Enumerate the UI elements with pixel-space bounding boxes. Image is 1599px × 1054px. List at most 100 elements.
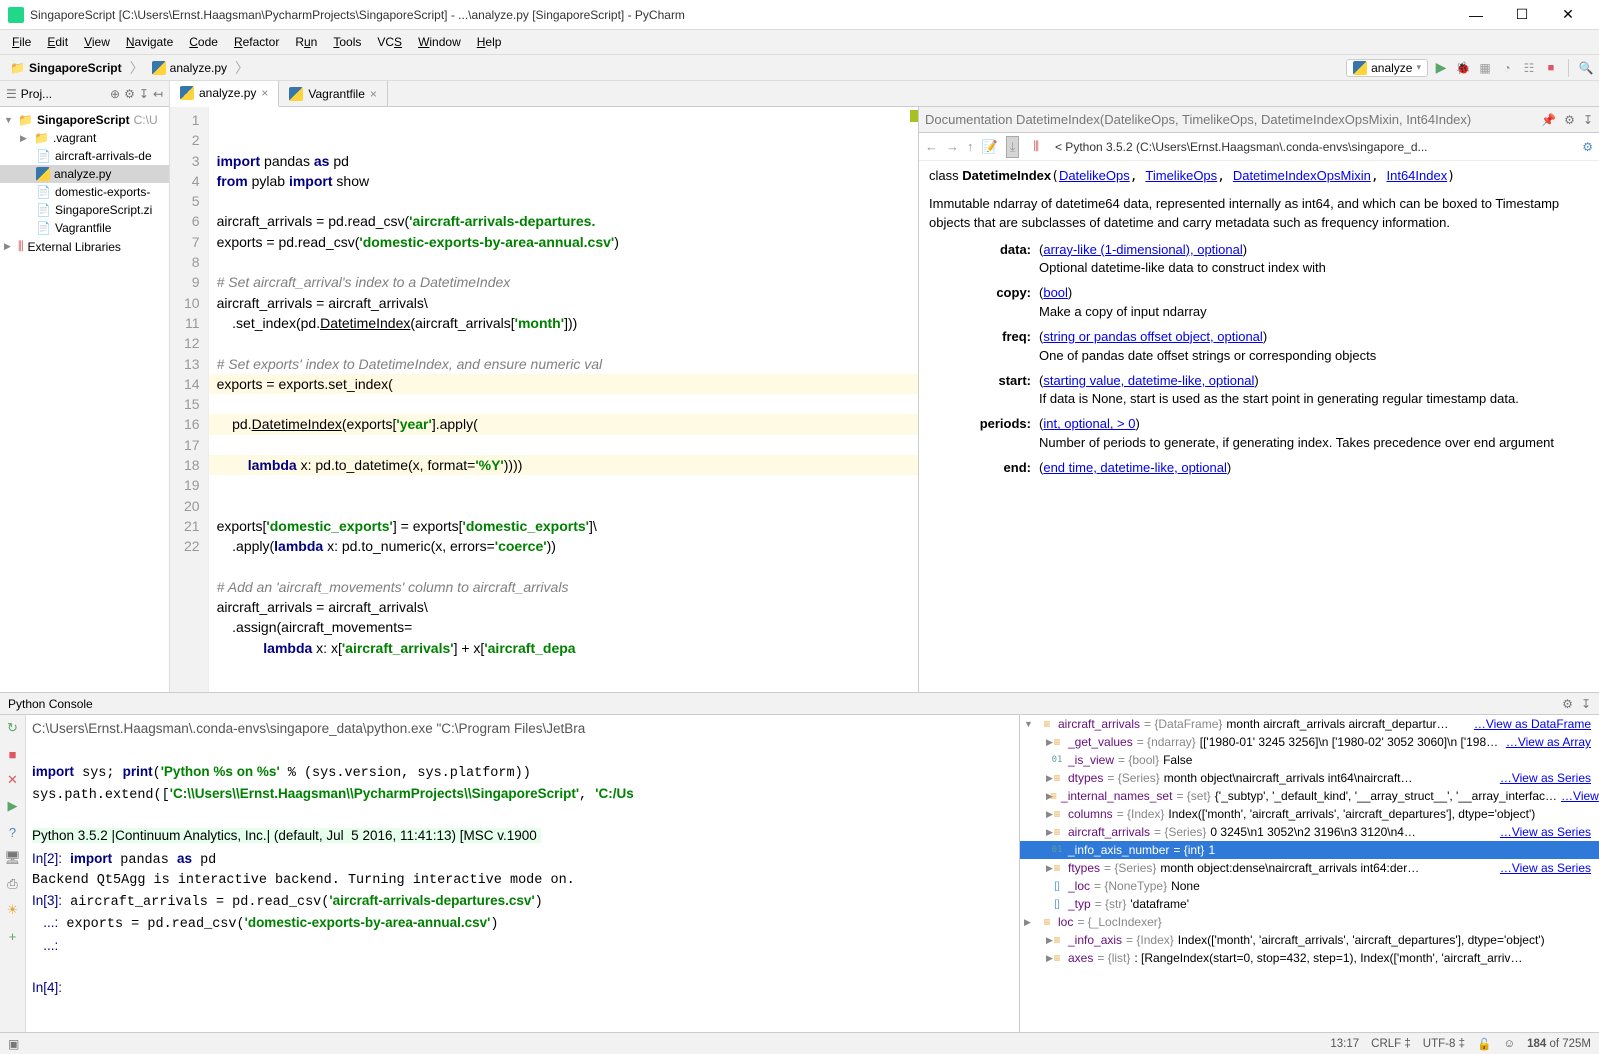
editor-tab[interactable]: analyze.py× xyxy=(170,81,279,107)
view-as-link[interactable]: …View as Series xyxy=(1500,771,1595,785)
tree-item[interactable]: 📄 aircraft-arrivals-de xyxy=(0,147,169,165)
menu-window[interactable]: Window xyxy=(410,32,469,52)
menu-refactor[interactable]: Refactor xyxy=(226,32,287,52)
tree-item[interactable]: 📄 SingaporeScript.zi xyxy=(0,201,169,219)
expand-icon[interactable]: ▶ xyxy=(4,241,14,252)
pin-icon[interactable] xyxy=(1541,113,1556,127)
run-button[interactable]: ▶ xyxy=(1432,59,1450,77)
coverage-button[interactable]: ▦ xyxy=(1476,59,1494,77)
nav-back-icon[interactable]: ← xyxy=(925,139,938,154)
auto-scroll-icon[interactable]: ⤓ xyxy=(1006,136,1020,158)
variable-row[interactable]: _typ = {str} 'dataframe' xyxy=(1020,895,1599,913)
hide-icon[interactable]: ↧ xyxy=(1583,113,1593,127)
code-content[interactable]: import pandas as pd from pylab import sh… xyxy=(209,107,918,692)
tree-root[interactable]: ▼ SingaporeScript C:\U xyxy=(0,111,169,129)
expand-icon[interactable]: ▼ xyxy=(1024,719,1036,729)
gear-icon[interactable] xyxy=(1562,697,1573,711)
variable-row[interactable]: ▶ _internal_names_set = {set} {'_subtyp'… xyxy=(1020,787,1599,805)
breadcrumb-file[interactable]: analyze.py xyxy=(146,59,233,77)
menu-navigate[interactable]: Navigate xyxy=(118,32,181,52)
concurrency-button[interactable]: ☷ xyxy=(1520,59,1538,77)
variable-row[interactable]: ▶ aircraft_arrivals = {Series} 0 3245\n1… xyxy=(1020,823,1599,841)
view-as-link[interactable]: …View as Series xyxy=(1500,825,1595,839)
stop-button[interactable]: ■ xyxy=(1542,59,1560,77)
editor-tab[interactable]: Vagrantfile× xyxy=(279,81,388,106)
console-output[interactable]: C:\Users\Ernst.Haagsman\.conda-envs\sing… xyxy=(26,715,1019,1032)
gear-icon[interactable] xyxy=(1564,113,1575,127)
menu-code[interactable]: Code xyxy=(181,32,226,52)
debug-icon[interactable]: ☀ xyxy=(4,901,22,919)
close-button[interactable]: ✕ xyxy=(1545,1,1591,29)
variable-row[interactable]: ▶ ftypes = {Series} month object:dense\n… xyxy=(1020,859,1599,877)
close-icon[interactable]: × xyxy=(261,86,268,100)
doc-link[interactable]: Int64Index xyxy=(1386,168,1447,183)
help-icon[interactable]: ? xyxy=(4,823,22,841)
status-memory[interactable]: 184 of 725M xyxy=(1527,1038,1591,1050)
view-as-link[interactable]: …View as DataFrame xyxy=(1474,717,1595,731)
expand-icon[interactable]: ▼ xyxy=(4,115,14,125)
doc-link[interactable]: TimelikeOps xyxy=(1145,168,1217,183)
view-as-link[interactable]: …View xyxy=(1561,789,1599,803)
doc-link[interactable]: DatetimeIndexOpsMixin xyxy=(1233,168,1371,183)
variable-row[interactable]: ▶ axes = {list} : [RangeIndex(start=0, s… xyxy=(1020,949,1599,967)
expand-icon[interactable]: ▶ xyxy=(1024,953,1046,964)
tree-item[interactable]: ▶ .vagrant xyxy=(0,129,169,147)
expand-icon[interactable]: ▶ xyxy=(1024,863,1046,874)
rerun-icon[interactable]: ↻ xyxy=(4,719,22,737)
minimize-button[interactable]: — xyxy=(1453,1,1499,29)
scroll-from-source-icon[interactable]: ⊕ xyxy=(110,87,120,101)
view-as-link[interactable]: …View as Array xyxy=(1506,735,1595,749)
expand-icon[interactable]: ▶ xyxy=(1024,737,1046,748)
debug-button[interactable]: 🐞 xyxy=(1454,59,1472,77)
code-editor[interactable]: 12345678910111213141516171819202122 impo… xyxy=(170,107,918,692)
run-config-selector[interactable]: analyze ▾ xyxy=(1346,59,1428,77)
doc-link[interactable]: starting value, datetime-like, optional xyxy=(1043,373,1254,388)
doc-link[interactable]: bool xyxy=(1043,285,1068,300)
doc-link[interactable]: string or pandas offset object, optional xyxy=(1043,329,1262,344)
search-button[interactable]: 🔍 xyxy=(1577,59,1595,77)
close-icon[interactable]: ✕ xyxy=(4,771,22,789)
history-icon[interactable]: ⎙ xyxy=(4,875,22,893)
variable-row[interactable]: ▶ columns = {Index} Index(['month', 'air… xyxy=(1020,805,1599,823)
tree-item[interactable]: analyze.py xyxy=(0,165,169,183)
variable-row[interactable]: ▶ _info_axis = {Index} Index(['month', '… xyxy=(1020,931,1599,949)
expand-icon[interactable]: ▶ xyxy=(20,133,30,144)
status-encoding[interactable]: UTF-8 ‡ xyxy=(1423,1038,1465,1050)
attach-icon[interactable]: 🖥 xyxy=(4,849,22,867)
nav-forward-icon[interactable]: → xyxy=(946,139,959,154)
doc-link[interactable]: int, optional, > 0 xyxy=(1043,416,1135,431)
variable-row[interactable]: _is_view = {bool} False xyxy=(1020,751,1599,769)
menu-vcs[interactable]: VCS xyxy=(369,32,410,52)
menu-run[interactable]: Run xyxy=(287,32,325,52)
variable-row[interactable]: ▶ _get_values = {ndarray} [['1980-01' 32… xyxy=(1020,733,1599,751)
variable-row[interactable]: _info_axis_number = {int} 1 xyxy=(1020,841,1599,859)
status-inspect-icon[interactable]: ☺ xyxy=(1503,1038,1515,1050)
tree-item[interactable]: 📄 Vagrantfile xyxy=(0,219,169,237)
expand-icon[interactable]: ▶ xyxy=(1024,791,1046,802)
view-as-link[interactable]: …View as Series xyxy=(1500,861,1595,875)
tree-external-libs[interactable]: ▶ ⫼ External Libraries xyxy=(0,237,169,256)
expand-icon[interactable]: ▶ xyxy=(1024,827,1046,838)
doc-link[interactable]: DatelikeOps xyxy=(1059,168,1130,183)
tree-item[interactable]: 📄 domestic-exports- xyxy=(0,183,169,201)
gear-icon[interactable] xyxy=(1582,140,1593,154)
breadcrumb-root[interactable]: SingaporeScript xyxy=(4,59,128,77)
stop-icon[interactable]: ■ xyxy=(4,745,22,763)
menu-view[interactable]: View xyxy=(76,32,118,52)
doc-link[interactable]: array-like (1-dimensional), optional xyxy=(1043,242,1242,257)
profile-button[interactable]: ◔ xyxy=(1498,59,1516,77)
menu-edit[interactable]: Edit xyxy=(39,32,76,52)
variable-row[interactable]: ▼ aircraft_arrivals = {DataFrame} month … xyxy=(1020,715,1599,733)
hide-icon[interactable]: ↤ xyxy=(153,87,163,101)
variable-row[interactable]: ▶ dtypes = {Series} month object\naircra… xyxy=(1020,769,1599,787)
tool-windows-icon[interactable]: ▣ xyxy=(8,1037,19,1051)
menu-file[interactable]: File xyxy=(4,32,39,52)
close-icon[interactable]: × xyxy=(370,87,377,101)
expand-icon[interactable]: ▶ xyxy=(1024,809,1046,820)
status-line-sep[interactable]: CRLF ‡ xyxy=(1371,1038,1411,1050)
status-lock-icon[interactable]: 🔓 xyxy=(1477,1037,1491,1051)
gear-icon[interactable] xyxy=(124,87,135,101)
expand-icon[interactable]: ▶ xyxy=(1024,773,1046,784)
menu-help[interactable]: Help xyxy=(469,32,510,52)
collapse-icon[interactable]: ↧ xyxy=(139,87,149,101)
